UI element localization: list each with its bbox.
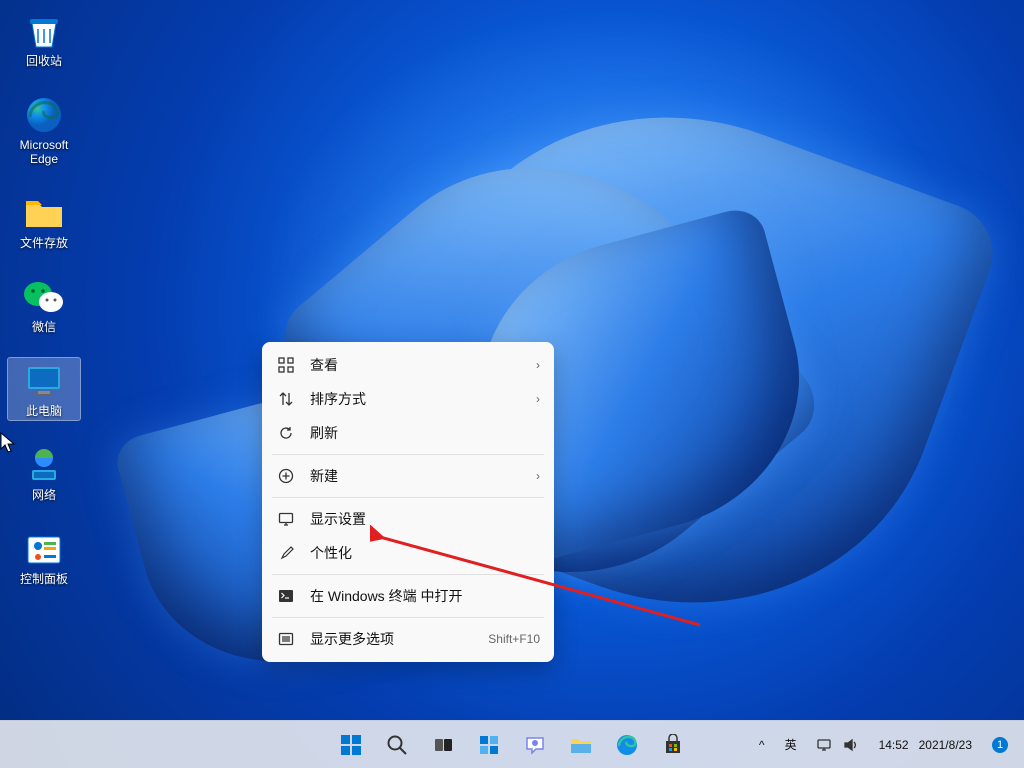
ctx-personalize[interactable]: 个性化 (262, 536, 554, 570)
clock-time: 14:52 (879, 738, 909, 752)
wechat-icon (23, 276, 65, 318)
chat-button[interactable] (515, 725, 555, 765)
widgets-button[interactable] (469, 725, 509, 765)
desktop-icon-edge[interactable]: Microsoft Edge (8, 92, 80, 168)
desktop-icon-label: Microsoft Edge (10, 138, 78, 166)
task-view-button[interactable] (423, 725, 463, 765)
desktop-icon-label: 文件存放 (20, 236, 68, 250)
desktop-icon-control-panel[interactable]: 控制面板 (8, 526, 80, 588)
ctx-label: 新建 (310, 466, 536, 486)
folder-icon (23, 192, 65, 234)
ime-label: 英 (785, 736, 797, 753)
desktop-icon-label: 控制面板 (20, 572, 68, 586)
taskbar-center (331, 725, 693, 765)
ctx-label: 显示设置 (310, 509, 540, 529)
desktop-icon-recycle-bin[interactable]: 回收站 (8, 8, 80, 70)
display-icon (276, 509, 296, 529)
windows-icon (339, 733, 363, 757)
chevron-right-icon: › (536, 392, 540, 406)
search-icon (386, 734, 408, 756)
notification-badge: 1 (992, 737, 1008, 753)
taskbar: ^ 英 14:52 2021/8/23 1 (0, 720, 1024, 768)
tray-chevron[interactable]: ^ (753, 725, 771, 765)
desktop-icon-label: 网络 (32, 488, 56, 502)
this-pc-icon (23, 360, 65, 402)
ctx-refresh[interactable]: 刷新 (262, 416, 554, 450)
task-view-icon (432, 734, 454, 756)
desktop-icons: 回收站 Microsoft Edge 文件存放 微信 此电脑 (8, 8, 80, 588)
taskbar-right: ^ 英 14:52 2021/8/23 1 (753, 721, 1024, 768)
edge-icon (23, 94, 65, 136)
terminal-icon (276, 586, 296, 606)
chat-icon (524, 734, 546, 756)
ctx-view[interactable]: 查看 › (262, 348, 554, 382)
edge-icon (615, 733, 639, 757)
ctx-terminal[interactable]: 在 Windows 终端 中打开 (262, 579, 554, 613)
refresh-icon (276, 423, 296, 443)
desktop-icon-label: 回收站 (26, 54, 62, 68)
ctx-separator (272, 574, 544, 575)
volume-icon (843, 737, 859, 753)
ime-indicator[interactable]: 英 (779, 725, 803, 765)
desktop-icon-label: 微信 (32, 320, 56, 334)
ctx-label: 个性化 (310, 543, 540, 563)
desktop-icon-this-pc[interactable]: 此电脑 (8, 358, 80, 420)
brush-icon (276, 543, 296, 563)
network-icon (817, 737, 833, 753)
ctx-separator (272, 617, 544, 618)
chevron-right-icon: › (536, 358, 540, 372)
ctx-label: 显示更多选项 (310, 629, 488, 649)
ctx-shortcut: Shift+F10 (488, 632, 540, 646)
desktop[interactable]: 回收站 Microsoft Edge 文件存放 微信 此电脑 (0, 0, 1024, 768)
clock-date: 2021/8/23 (919, 738, 972, 752)
start-button[interactable] (331, 725, 371, 765)
ctx-separator (272, 497, 544, 498)
network-icon (23, 444, 65, 486)
ctx-new[interactable]: 新建 › (262, 459, 554, 493)
desktop-context-menu: 查看 › 排序方式 › 刷新 新建 › 显示设置 个性化 (262, 342, 554, 662)
explorer-button[interactable] (561, 725, 601, 765)
widgets-icon (478, 734, 500, 756)
ctx-label: 排序方式 (310, 389, 536, 409)
desktop-icon-wechat[interactable]: 微信 (8, 274, 80, 336)
search-button[interactable] (377, 725, 417, 765)
grid-icon (276, 355, 296, 375)
edge-taskbar-button[interactable] (607, 725, 647, 765)
ctx-separator (272, 454, 544, 455)
chevron-up-icon: ^ (759, 738, 765, 752)
sort-icon (276, 389, 296, 409)
desktop-icon-label: 此电脑 (26, 404, 62, 418)
ctx-display-settings[interactable]: 显示设置 (262, 502, 554, 536)
ctx-label: 查看 (310, 355, 536, 375)
ctx-label: 刷新 (310, 423, 540, 443)
clock[interactable]: 14:52 2021/8/23 (873, 725, 978, 765)
ctx-more-options[interactable]: 显示更多选项 Shift+F10 (262, 622, 554, 656)
desktop-icon-network[interactable]: 网络 (8, 442, 80, 504)
store-button[interactable] (653, 725, 693, 765)
system-tray[interactable] (811, 725, 865, 765)
more-options-icon (276, 629, 296, 649)
recycle-bin-icon (23, 10, 65, 52)
notifications-button[interactable]: 1 (986, 725, 1014, 765)
folder-icon (569, 734, 593, 756)
ctx-sort[interactable]: 排序方式 › (262, 382, 554, 416)
ctx-label: 在 Windows 终端 中打开 (310, 586, 540, 606)
control-panel-icon (23, 528, 65, 570)
chevron-right-icon: › (536, 469, 540, 483)
desktop-icon-folder[interactable]: 文件存放 (8, 190, 80, 252)
plus-circle-icon (276, 466, 296, 486)
store-icon (662, 734, 684, 756)
